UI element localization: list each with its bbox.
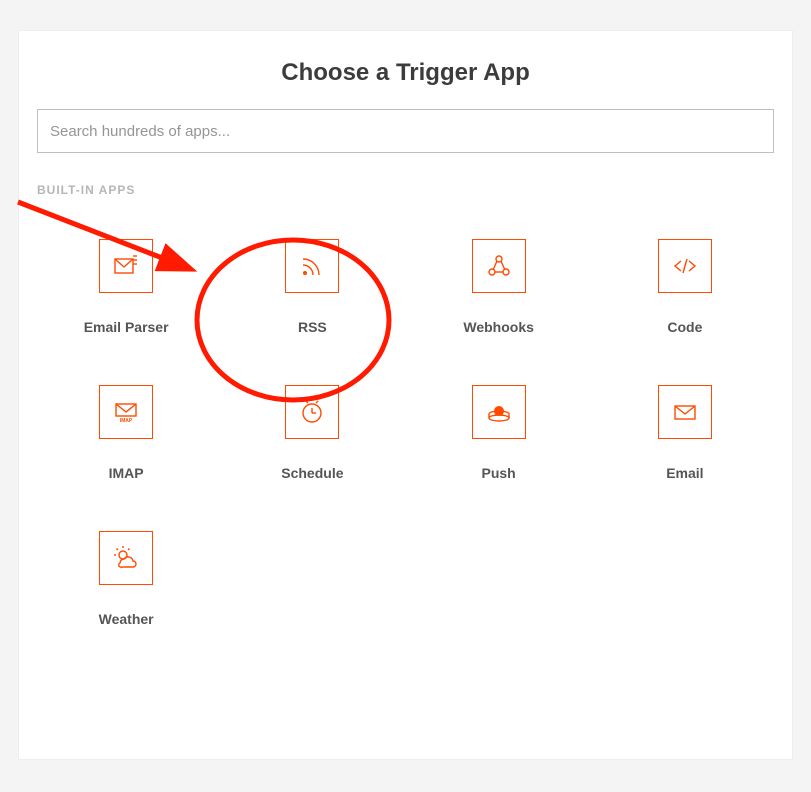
app-grid: Email Parser RSS bbox=[19, 203, 792, 627]
app-label: Push bbox=[482, 465, 516, 481]
page-title: Choose a Trigger App bbox=[19, 59, 792, 87]
app-email[interactable]: Email bbox=[592, 385, 778, 481]
app-label: Email Parser bbox=[84, 319, 169, 335]
app-webhooks[interactable]: Webhooks bbox=[406, 239, 592, 335]
weather-icon bbox=[99, 531, 153, 585]
imap-icon: IMAP bbox=[99, 385, 153, 439]
search-input[interactable] bbox=[37, 109, 774, 153]
app-imap[interactable]: IMAP IMAP bbox=[33, 385, 219, 481]
app-label: Weather bbox=[99, 611, 154, 627]
email-parser-icon bbox=[99, 239, 153, 293]
app-schedule[interactable]: Schedule bbox=[219, 385, 405, 481]
app-code[interactable]: Code bbox=[592, 239, 778, 335]
push-icon bbox=[472, 385, 526, 439]
app-label: Schedule bbox=[281, 465, 343, 481]
svg-text:IMAP: IMAP bbox=[120, 418, 133, 424]
email-icon bbox=[658, 385, 712, 439]
app-label: IMAP bbox=[109, 465, 144, 481]
app-label: Webhooks bbox=[463, 319, 534, 335]
app-label: Email bbox=[666, 465, 703, 481]
rss-icon bbox=[285, 239, 339, 293]
app-push[interactable]: Push bbox=[406, 385, 592, 481]
app-rss[interactable]: RSS bbox=[219, 239, 405, 335]
code-icon bbox=[658, 239, 712, 293]
section-label-builtin: BUILT-IN APPS bbox=[19, 153, 792, 203]
app-weather[interactable]: Weather bbox=[33, 531, 219, 627]
app-label: RSS bbox=[298, 319, 327, 335]
search-wrap bbox=[19, 109, 792, 153]
schedule-icon bbox=[285, 385, 339, 439]
app-label: Code bbox=[667, 319, 702, 335]
webhooks-icon bbox=[472, 239, 526, 293]
trigger-app-panel: Choose a Trigger App BUILT-IN APPS Email… bbox=[18, 30, 793, 760]
app-email-parser[interactable]: Email Parser bbox=[33, 239, 219, 335]
